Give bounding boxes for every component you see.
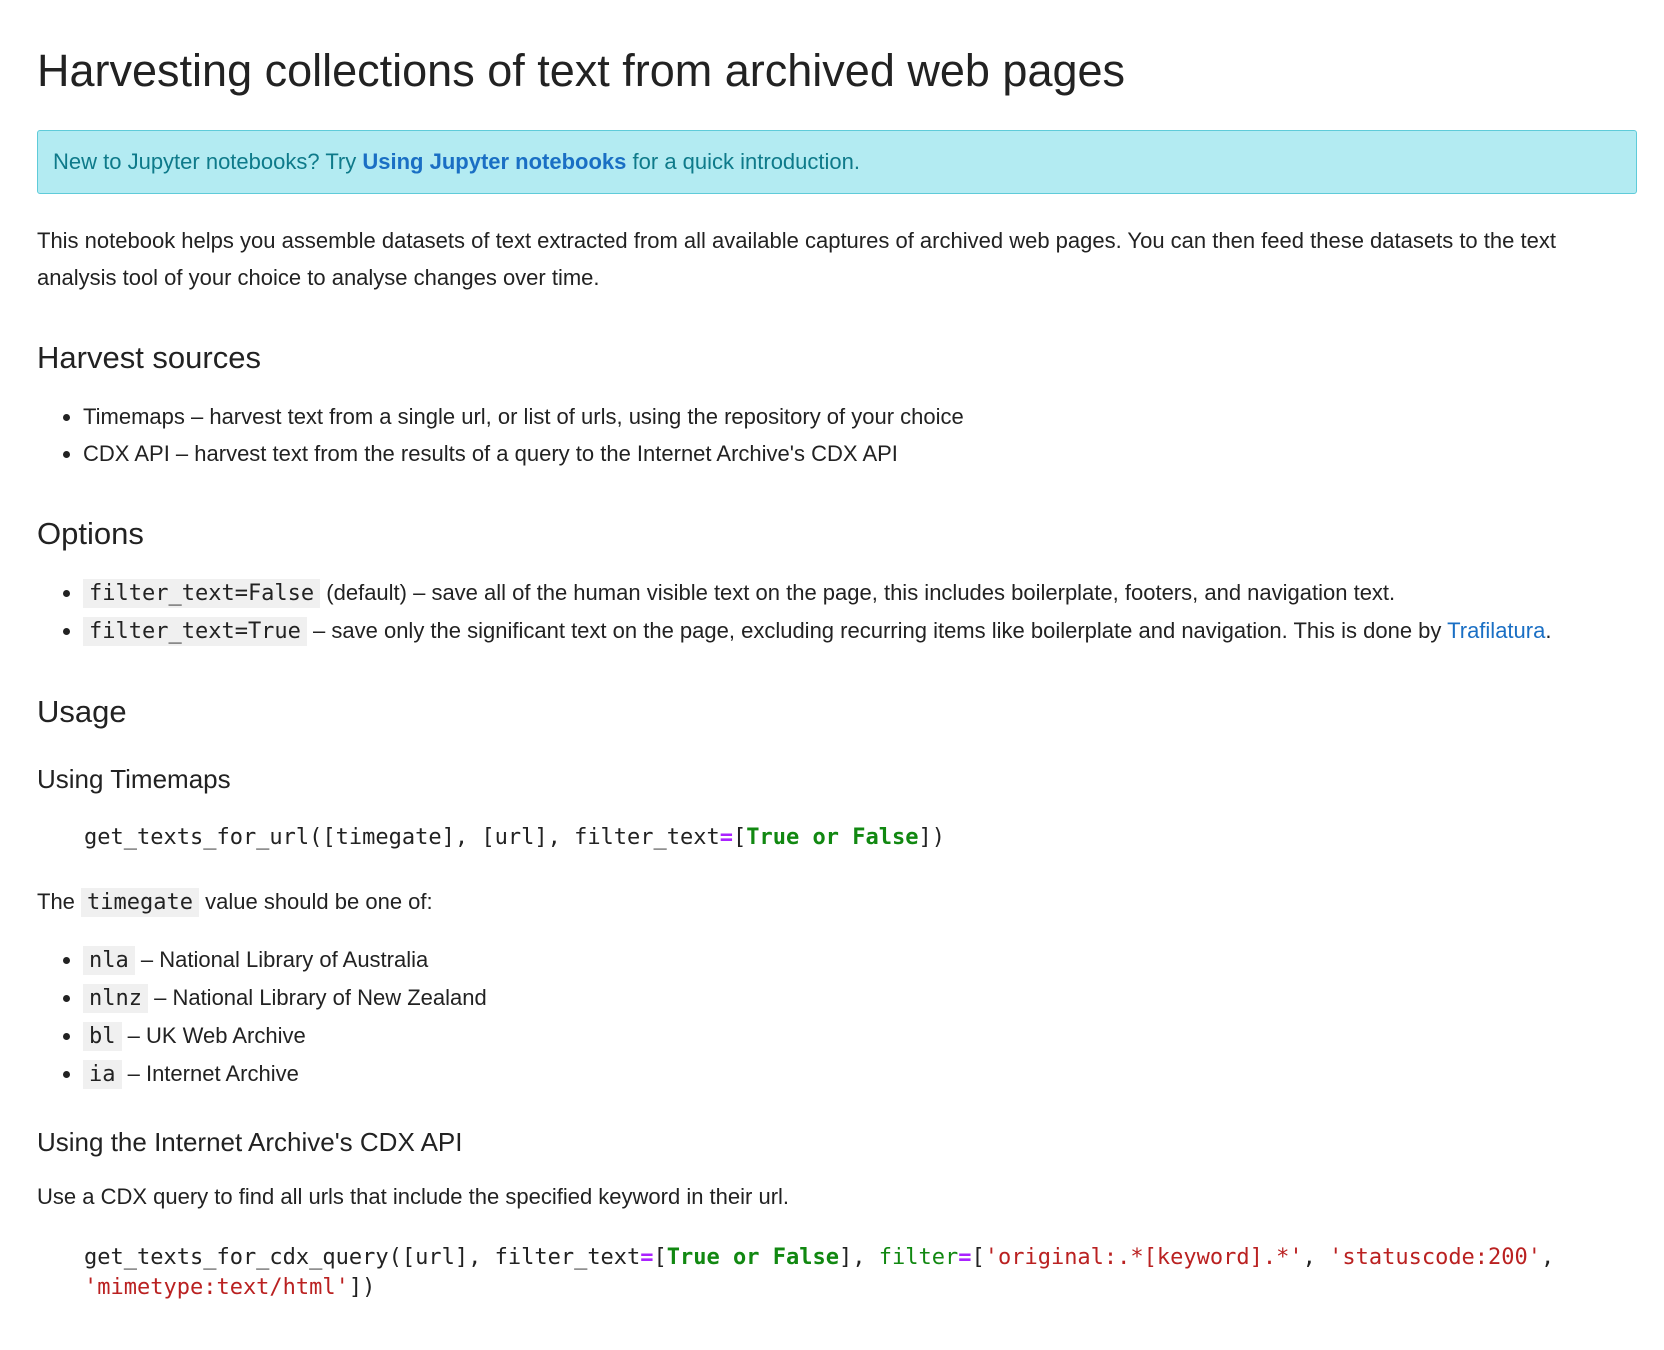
timegate-desc: – National Library of Australia: [134, 946, 429, 972]
list-item: filter_text=True – save only the signifi…: [83, 612, 1636, 650]
code-text: ,: [1302, 1244, 1330, 1270]
list-item: ia – Internet Archive: [83, 1055, 1636, 1093]
cdx-description: Use a CDX query to find all urls that in…: [37, 1183, 790, 1209]
jupyter-intro-link[interactable]: Using Jupyter notebooks: [362, 149, 626, 174]
list-item: Timemaps – harvest text from a single ur…: [83, 398, 1636, 435]
code-keyword: True or False: [666, 1244, 839, 1270]
code-text: [: [653, 1244, 667, 1270]
cdx-heading: Using the Internet Archive's CDX API: [37, 1126, 463, 1157]
code-operator: =: [719, 824, 734, 850]
code-block-cdx: get_texts_for_cdx_query([url], filter_te…: [84, 1243, 1624, 1303]
option-text: (default) – save all of the human visibl…: [320, 579, 1396, 605]
code-param-name: filter: [878, 1244, 959, 1270]
usage-heading: Usage: [37, 693, 127, 729]
code-string: 'statuscode:200': [1329, 1244, 1542, 1270]
options-heading: Options: [37, 515, 144, 551]
inline-code: filter_text=False: [83, 578, 321, 608]
inline-code: filter_text=True: [83, 616, 307, 646]
timegate-desc: – Internet Archive: [121, 1060, 299, 1086]
timegate-paragraph: The timegate value should be one of:: [37, 883, 1636, 921]
code-operator: =: [958, 1244, 972, 1270]
option-text: – save only the significant text on the …: [306, 617, 1448, 643]
timegate-post: value should be one of:: [199, 888, 433, 914]
code-text: get_texts_for_url([timegate], [url], fil…: [84, 824, 720, 850]
alert-prefix: New to Jupyter notebooks? Try: [53, 148, 363, 174]
code-text: get_texts_for_cdx_query([url], filter_te…: [84, 1244, 641, 1270]
notebook-page: Harvesting collections of text from arch…: [0, 0, 1664, 1303]
inline-code: ia: [83, 1059, 122, 1089]
code-string: 'original:.*[keyword].*': [984, 1244, 1303, 1270]
timegate-desc: – National Library of New Zealand: [147, 984, 487, 1010]
list-item: nlnz – National Library of New Zealand: [83, 979, 1636, 1017]
code-text: ,: [1541, 1244, 1568, 1270]
timemaps-heading: Using Timemaps: [37, 763, 231, 794]
timegate-list: nla – National Library of Australia nlnz…: [37, 941, 1636, 1093]
code-text: ],: [838, 1244, 879, 1270]
timegate-desc: – UK Web Archive: [121, 1022, 306, 1048]
trafilatura-link[interactable]: Trafilatura: [1447, 618, 1545, 643]
options-list: filter_text=False (default) – save all o…: [37, 574, 1636, 650]
harvest-sources-list: Timemaps – harvest text from a single ur…: [37, 398, 1636, 472]
info-alert: New to Jupyter notebooks? Try Using Jupy…: [37, 129, 1637, 194]
code-text: ]): [918, 824, 945, 850]
code-text: [: [971, 1244, 985, 1270]
page-title: Harvesting collections of text from arch…: [37, 45, 1126, 96]
list-item: bl – UK Web Archive: [83, 1017, 1636, 1055]
code-keyword: True or False: [746, 824, 919, 850]
code-string: 'mimetype:text/html': [84, 1274, 349, 1300]
code-block-timemaps: get_texts_for_url([timegate], [url], fil…: [84, 823, 1624, 853]
inline-code: nla: [83, 945, 135, 975]
list-item: nla – National Library of Australia: [83, 941, 1636, 979]
timegate-pre: The: [37, 888, 82, 914]
code-text: ]): [348, 1274, 376, 1300]
list-item: CDX API – harvest text from the results …: [83, 435, 1636, 472]
list-item: filter_text=False (default) – save all o…: [83, 574, 1636, 612]
inline-code: nlnz: [83, 983, 148, 1013]
alert-suffix: for a quick introduction.: [626, 148, 860, 174]
code-text: [: [733, 824, 747, 850]
inline-code: bl: [83, 1021, 122, 1051]
option-end: .: [1545, 617, 1552, 643]
inline-code: timegate: [81, 887, 199, 917]
harvest-sources-heading: Harvest sources: [37, 339, 261, 375]
intro-paragraph: This notebook helps you assemble dataset…: [37, 227, 1556, 290]
code-operator: =: [640, 1244, 654, 1270]
